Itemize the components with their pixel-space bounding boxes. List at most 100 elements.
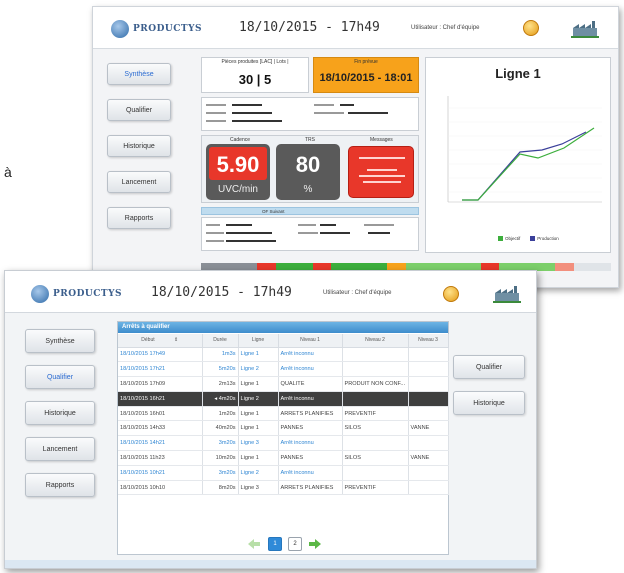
stops-table: Début ⇕ Durée Ligne Niveau 1 Niveau 2 Ni… bbox=[118, 334, 449, 496]
table-row[interactable]: 18/10/2015 14h21 3m20s Ligne 3 Arrêt inconn… bbox=[118, 435, 449, 452]
cell-ligne: Ligne 3 bbox=[238, 435, 279, 452]
user-avatar-icon[interactable] bbox=[443, 286, 459, 302]
table-row[interactable]: 18/10/2015 14h33 40m20s Ligne 1 PANNES SILOS… bbox=[118, 420, 449, 437]
cadence-label: Cadence bbox=[230, 137, 251, 143]
legend-swatch-objectif bbox=[498, 236, 503, 241]
line-chart-panel: Ligne 1 Objectif Production bbox=[425, 57, 611, 253]
front-header: PRODUCTYS 18/10/2015 - 17h49 Utilisateur… bbox=[5, 271, 536, 313]
cadence-unit: UVC/min bbox=[217, 184, 258, 195]
cell-duree: 3m20s bbox=[202, 465, 239, 481]
cell-niveau1: Arrêt inconnu bbox=[278, 435, 343, 452]
table-row[interactable]: 18/10/2015 16h01 1m20s Ligne 1 ARRETS PLANI… bbox=[118, 406, 449, 422]
nav-qualifier[interactable]: Qualifier bbox=[25, 365, 95, 389]
cell-duree: 1m20s bbox=[202, 406, 239, 422]
kpi-panel: Cadence TRS Messages 5.90 UVC/min 80 % bbox=[201, 135, 419, 203]
of-info-panel bbox=[201, 97, 419, 131]
productys-logo-icon bbox=[111, 20, 129, 38]
cell-niveau3 bbox=[408, 480, 449, 496]
nav-lancement[interactable]: Lancement bbox=[107, 171, 171, 193]
cell-niveau1: ARRETS PLANIFIES bbox=[278, 480, 343, 496]
table-row[interactable]: 18/10/2015 10h21 3m20s Ligne 2 Arrêt inconn… bbox=[118, 465, 449, 481]
cell-duree: 3m20s bbox=[202, 435, 239, 452]
cell-niveau3 bbox=[408, 361, 449, 378]
production-label: Pièces produites [LAC] | Lots | bbox=[221, 59, 289, 65]
nav-historique[interactable]: Historique bbox=[107, 135, 171, 157]
of-suivant-label: OF Suivant bbox=[262, 209, 285, 214]
page-1-button[interactable]: 1 bbox=[268, 537, 282, 551]
cell-debut: 18/10/2015 11h23 bbox=[118, 450, 203, 466]
trs-label: TRS bbox=[305, 137, 315, 143]
next-arrow-icon[interactable] bbox=[309, 539, 321, 549]
footer-bar bbox=[5, 560, 536, 568]
col-duree[interactable]: Durée bbox=[202, 334, 239, 348]
factory-icon[interactable] bbox=[571, 20, 599, 38]
next-of-lines bbox=[206, 224, 394, 242]
end-label: Fin prévue bbox=[354, 59, 378, 65]
cell-debut: 18/10/2015 17h49 bbox=[118, 347, 203, 363]
production-value: 30 | 5 bbox=[238, 72, 272, 87]
nav-historique[interactable]: Historique bbox=[25, 401, 95, 425]
cell-duree: 1m3s bbox=[202, 347, 239, 363]
cell-debut: 18/10/2015 14h21 bbox=[118, 435, 203, 452]
cell-niveau2: PREVENTIF bbox=[342, 406, 409, 422]
cell-niveau3 bbox=[408, 465, 449, 481]
nav-synthese[interactable]: Synthèse bbox=[107, 63, 171, 85]
cell-niveau1: Arrêt inconnu bbox=[278, 465, 343, 481]
legend-objectif: Objectif bbox=[505, 236, 521, 241]
cell-duree: 5m20s bbox=[202, 361, 239, 378]
cell-niveau3 bbox=[408, 391, 449, 407]
table-row[interactable]: 18/10/2015 16h21 ◂ 4m20s Ligne 2 Arrêt inco… bbox=[118, 391, 449, 407]
table-row[interactable]: 18/10/2015 11h23 10m20s Ligne 1 PANNES SILOS… bbox=[118, 450, 449, 466]
side-glyph: à bbox=[4, 164, 12, 180]
table-row[interactable]: 18/10/2015 10h10 8m20s Ligne 3 ARRETS PLANI… bbox=[118, 480, 449, 496]
col-ligne[interactable]: Ligne bbox=[238, 334, 279, 348]
cell-duree: 2m13s bbox=[202, 376, 239, 392]
cell-debut: 18/10/2015 10h21 bbox=[118, 465, 203, 481]
cell-niveau2: PREVENTIF bbox=[342, 480, 409, 496]
cell-ligne: Ligne 1 bbox=[238, 406, 279, 422]
nav-qualifier[interactable]: Qualifier bbox=[107, 99, 171, 121]
cell-ligne: Ligne 2 bbox=[238, 361, 279, 378]
col-niveau2[interactable]: Niveau 2 bbox=[342, 334, 409, 348]
table-row[interactable]: 18/10/2015 17h49 1m3s Ligne 1 Arrêt inconnu bbox=[118, 347, 449, 363]
cell-duree: 40m20s bbox=[202, 420, 239, 437]
cell-niveau1: Arrêt inconnu bbox=[278, 391, 343, 407]
factory-icon[interactable] bbox=[493, 285, 521, 303]
col-niveau3[interactable]: Niveau 3 bbox=[408, 334, 449, 348]
chart-legend: Objectif Production bbox=[498, 236, 559, 241]
end-value: 18/10/2015 - 18:01 bbox=[319, 72, 413, 84]
user-avatar-icon[interactable] bbox=[523, 20, 539, 36]
end-forecast-panel: Fin prévue 18/10/2015 - 18:01 bbox=[313, 57, 419, 93]
cell-niveau1: PANNES bbox=[278, 450, 343, 466]
pagination: 1 2 bbox=[248, 537, 321, 551]
sort-icon[interactable]: ⇕ bbox=[174, 337, 178, 343]
qualifier-action-button[interactable]: Qualifier bbox=[453, 355, 525, 379]
front-logo: PRODUCTYS bbox=[31, 285, 122, 303]
nav-rapports[interactable]: Rapports bbox=[25, 473, 95, 497]
col-niveau1[interactable]: Niveau 1 bbox=[278, 334, 343, 348]
historique-action-button[interactable]: Historique bbox=[453, 391, 525, 415]
page-2-button[interactable]: 2 bbox=[288, 537, 302, 551]
col-debut[interactable]: Début ⇕ bbox=[118, 334, 203, 348]
prev-arrow-icon[interactable] bbox=[248, 539, 260, 549]
cell-duree: 10m20s bbox=[202, 450, 239, 466]
cell-debut: 18/10/2015 10h10 bbox=[118, 480, 203, 496]
legend-swatch-production bbox=[530, 236, 536, 241]
cell-niveau1: Arrêt inconnu bbox=[278, 347, 343, 363]
table-row[interactable]: 18/10/2015 17h09 2m13s Ligne 1 QUALITE PRODU… bbox=[118, 376, 449, 392]
table-title: Arrêts à qualifier bbox=[118, 322, 448, 333]
chart-title: Ligne 1 bbox=[495, 66, 541, 81]
synthese-screen: PRODUCTYS 18/10/2015 - 17h49 Utilisateur… bbox=[92, 6, 619, 288]
cell-debut: 18/10/2015 16h01 bbox=[118, 406, 203, 422]
nav-synthese[interactable]: Synthèse bbox=[25, 329, 95, 353]
cell-niveau3: VANNE bbox=[408, 450, 449, 466]
line-chart bbox=[447, 96, 602, 203]
cell-duree: 8m20s bbox=[202, 480, 239, 496]
table-row[interactable]: 18/10/2015 17h21 5m20s Ligne 2 Arrêt inconn… bbox=[118, 361, 449, 378]
nav-lancement[interactable]: Lancement bbox=[25, 437, 95, 461]
cell-niveau2 bbox=[342, 435, 409, 452]
cell-niveau3 bbox=[408, 376, 449, 392]
logo-text: PRODUCTYS bbox=[53, 289, 123, 299]
nav-rapports[interactable]: Rapports bbox=[107, 207, 171, 229]
messages-lines bbox=[359, 157, 405, 183]
